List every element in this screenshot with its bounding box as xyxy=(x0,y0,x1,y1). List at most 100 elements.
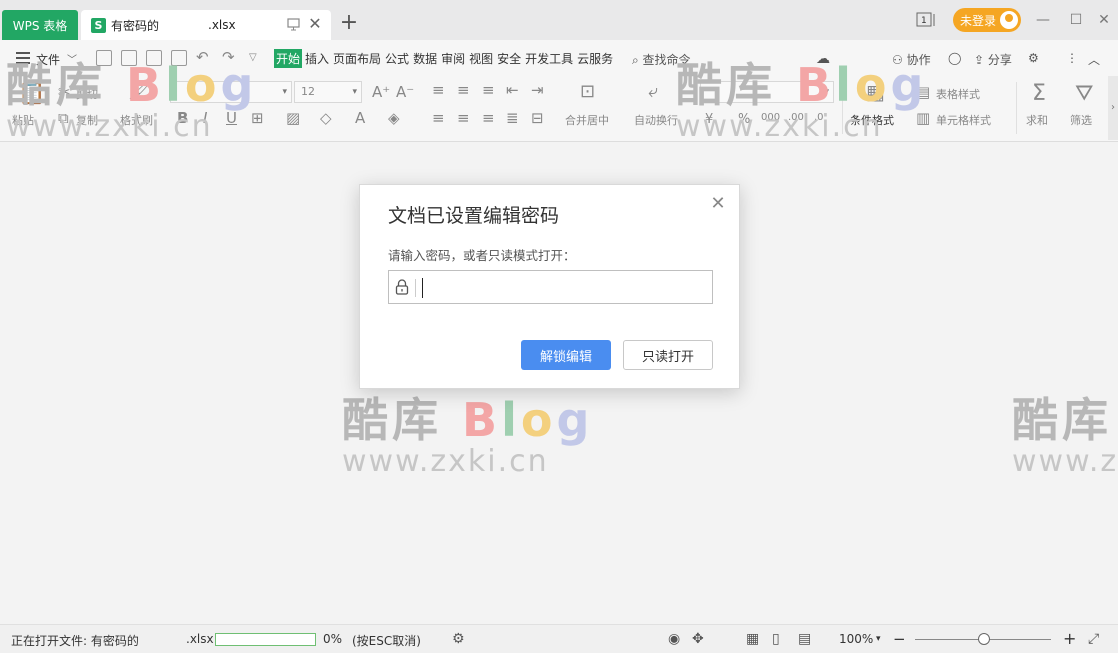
tab-formulas[interactable]: 公式 xyxy=(384,49,410,68)
font-family-select[interactable]: ▾ xyxy=(170,81,292,103)
zoom-slider-handle[interactable] xyxy=(978,633,990,645)
zoom-in-button[interactable]: + xyxy=(1063,629,1076,648)
tab-insert[interactable]: 插入 xyxy=(304,49,330,68)
align-left-icon[interactable]: ≡ xyxy=(432,110,445,126)
number-format-select[interactable]: ▾ xyxy=(700,81,834,103)
chevron-down-icon[interactable]: ﹀ xyxy=(67,51,77,66)
search-command[interactable]: ⌕ 查找命令 xyxy=(632,51,691,68)
menu-icon[interactable] xyxy=(16,52,30,64)
sum-button[interactable]: 求和 xyxy=(1026,112,1048,128)
comment-icon[interactable]: ◯ xyxy=(948,51,961,65)
cut-icon[interactable]: ✂ xyxy=(58,84,71,100)
new-tab-button[interactable]: + xyxy=(338,12,360,34)
zoom-chevron-icon[interactable]: ▾ xyxy=(876,634,881,644)
paste-icon[interactable]: 📋 xyxy=(18,82,45,106)
filter-button[interactable]: 筛选 xyxy=(1070,112,1092,128)
bold-icon[interactable]: B xyxy=(177,110,188,126)
sum-icon[interactable]: Σ xyxy=(1032,82,1046,106)
tab-review[interactable]: 审阅 xyxy=(440,49,466,68)
align-center-icon[interactable]: ≡ xyxy=(457,110,470,126)
format-painter-icon[interactable]: 🖌 xyxy=(128,83,151,101)
fill-color-icon[interactable]: ◇ xyxy=(320,110,332,126)
fill-pattern-icon[interactable]: ▨ xyxy=(286,110,300,126)
increase-indent-icon[interactable]: ⇥ xyxy=(531,82,544,98)
macro-icon[interactable]: ⚙ xyxy=(452,631,465,647)
login-button[interactable]: 未登录 xyxy=(953,8,1021,32)
distribute-icon[interactable]: ⊟ xyxy=(531,110,544,126)
cell-mode-icon[interactable]: ✥ xyxy=(692,631,704,647)
border-icon[interactable]: ⊞ xyxy=(251,110,264,126)
justify-icon[interactable]: ≣ xyxy=(506,110,519,126)
close-window-icon[interactable]: ✕ xyxy=(1094,10,1114,30)
zoom-level[interactable]: 100% xyxy=(839,632,873,646)
increase-decimal-icon[interactable]: .00 xyxy=(788,110,804,126)
eye-protection-icon[interactable]: ◉ xyxy=(668,631,680,647)
align-right-icon[interactable]: ≡ xyxy=(482,110,495,126)
table-style-icon[interactable]: ▤ xyxy=(916,84,930,100)
close-icon[interactable]: ✕ xyxy=(709,195,727,213)
export-icon[interactable] xyxy=(121,50,137,66)
file-menu[interactable]: 文件 xyxy=(36,51,60,68)
tab-page-layout[interactable]: 页面布局 xyxy=(332,49,382,68)
share-button[interactable]: ⇪ 分享 xyxy=(974,51,1012,68)
undo-icon[interactable]: ↶ xyxy=(196,49,209,65)
clear-format-icon[interactable]: ◈ xyxy=(388,110,400,126)
tab-security[interactable]: 安全 xyxy=(496,49,522,68)
thousands-icon[interactable]: 000 xyxy=(761,110,780,126)
normal-view-icon[interactable]: ▦ xyxy=(746,631,759,647)
cut-button[interactable]: 剪切 xyxy=(76,86,98,102)
italic-icon[interactable]: I xyxy=(203,110,207,126)
more-icon[interactable]: ⋮ xyxy=(1066,51,1078,65)
font-size-select[interactable]: 12 ▾ xyxy=(294,81,362,103)
merge-center-button[interactable]: 合并居中 xyxy=(565,112,609,128)
maximize-icon[interactable]: ☐ xyxy=(1066,10,1086,30)
settings-icon[interactable]: ⚙ xyxy=(1028,51,1039,65)
read-only-open-button[interactable]: 只读打开 xyxy=(623,340,713,370)
tab-data[interactable]: 数据 xyxy=(412,49,438,68)
decrease-font-icon[interactable]: A⁻ xyxy=(396,84,414,100)
minimize-icon[interactable]: — xyxy=(1033,10,1053,30)
page-view-icon[interactable]: 1 xyxy=(916,12,936,28)
tab-view[interactable]: 视图 xyxy=(468,49,494,68)
copy-icon[interactable]: ⧉ xyxy=(58,110,69,126)
print-preview-icon[interactable] xyxy=(171,50,187,66)
cell-style-button[interactable]: 单元格样式 xyxy=(936,112,991,128)
percent-button[interactable]: % xyxy=(738,112,750,127)
cloud-sync-icon[interactable]: ☁ xyxy=(816,51,830,67)
decrease-decimal-icon[interactable]: .0 xyxy=(814,110,824,126)
unlock-edit-button[interactable]: 解锁编辑 xyxy=(521,340,611,370)
document-tab[interactable]: S 有密码的 .xlsx ✕ xyxy=(81,10,331,40)
collab-button[interactable]: ⚇ 协作 xyxy=(892,51,931,68)
wrap-text-icon[interactable]: ⤶ xyxy=(648,83,658,101)
wrap-text-button[interactable]: 自动换行 xyxy=(634,112,678,128)
decrease-indent-icon[interactable]: ⇤ xyxy=(506,82,519,98)
page-layout-view-icon[interactable]: ▯ xyxy=(772,631,780,647)
save-icon[interactable] xyxy=(96,50,112,66)
merge-center-icon[interactable]: ⊡ xyxy=(580,83,595,101)
underline-icon[interactable]: U xyxy=(226,110,237,126)
cond-format-icon[interactable]: ▦ xyxy=(866,82,885,102)
print-icon[interactable] xyxy=(146,50,162,66)
cond-format-button[interactable]: 条件格式 xyxy=(850,112,894,128)
currency-button[interactable]: ¥ xyxy=(705,112,713,127)
password-field[interactable] xyxy=(388,270,713,304)
increase-font-icon[interactable]: A⁺ xyxy=(372,84,390,100)
table-style-button[interactable]: 表格样式 xyxy=(936,86,980,102)
password-input[interactable] xyxy=(419,275,704,299)
app-tab[interactable]: WPS 表格 xyxy=(2,10,78,40)
fullscreen-icon[interactable]: ⤢ xyxy=(1088,631,1099,647)
close-tab-icon[interactable]: ✕ xyxy=(307,16,323,32)
page-break-view-icon[interactable]: ▤ xyxy=(798,631,811,647)
font-color-icon[interactable]: A xyxy=(355,110,365,126)
align-middle-icon[interactable]: ≡ xyxy=(457,82,470,98)
more-chevron-icon[interactable]: ▽ xyxy=(249,50,257,66)
tab-home[interactable]: 开始 xyxy=(274,49,303,68)
filter-icon[interactable]: ⛛ xyxy=(1075,82,1093,106)
monitor-icon[interactable] xyxy=(287,18,300,31)
cell-style-icon[interactable]: ▥ xyxy=(916,110,930,126)
format-painter-button[interactable]: 格式刷 xyxy=(120,112,153,128)
align-bottom-icon[interactable]: ≡ xyxy=(482,82,495,98)
align-top-icon[interactable]: ≡ xyxy=(432,82,445,98)
tab-cloud[interactable]: 云服务 xyxy=(576,49,614,68)
copy-button[interactable]: 复制 xyxy=(76,112,98,128)
